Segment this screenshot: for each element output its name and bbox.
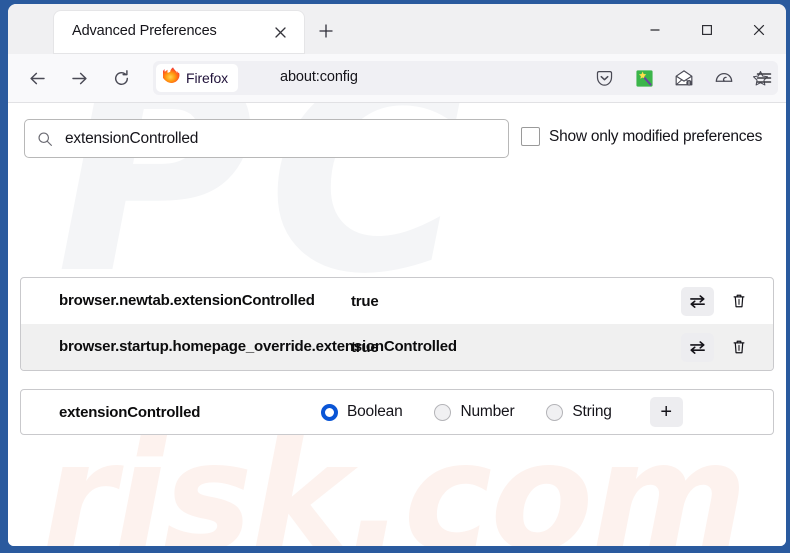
table-row[interactable]: browser.newtab.extensionControlled true <box>21 278 773 324</box>
row-actions <box>681 286 765 316</box>
window-close-button[interactable] <box>744 16 774 44</box>
preference-value: true <box>351 338 379 356</box>
toggle-value-button[interactable] <box>681 286 714 316</box>
pocket-icon[interactable] <box>589 63 619 93</box>
navigation-toolbar: Firefox about:config 0 <box>8 54 786 103</box>
identity-chip-label: Firefox <box>186 70 229 86</box>
radio-type-string[interactable]: String <box>546 403 612 421</box>
reload-icon[interactable] <box>106 63 136 93</box>
radio-indicator[interactable] <box>546 403 564 421</box>
new-tab-button[interactable] <box>313 18 339 44</box>
screenshot-frame: Advanced Preferences Firefox about:confi… <box>0 0 790 553</box>
add-preference-row: extensionControlled Boolean Number Strin… <box>20 389 774 435</box>
show-only-modified-checkbox[interactable]: Show only modified preferences <box>521 127 762 146</box>
window-maximize-button[interactable] <box>692 16 722 44</box>
tab-advanced-preferences[interactable]: Advanced Preferences <box>54 11 304 53</box>
back-icon[interactable] <box>22 63 52 93</box>
cloud-icon[interactable] <box>709 63 739 93</box>
radio-indicator[interactable] <box>321 403 338 421</box>
extension-wand-icon[interactable] <box>629 63 659 93</box>
app-menu-icon[interactable] <box>749 63 779 93</box>
window-minimize-button[interactable] <box>640 16 670 44</box>
preference-name: browser.startup.homepage_override.extens… <box>59 337 457 355</box>
radio-type-boolean[interactable]: Boolean <box>321 403 403 421</box>
tab-title: Advanced Preferences <box>72 23 217 39</box>
preference-list: browser.newtab.extensionControlled true <box>20 277 774 371</box>
search-icon <box>36 130 54 148</box>
radio-indicator[interactable] <box>434 403 452 421</box>
checkbox-box[interactable] <box>521 127 540 146</box>
firefox-logo-icon <box>161 67 180 89</box>
search-input[interactable]: extensionControlled <box>24 119 509 158</box>
row-actions <box>681 332 765 362</box>
page-content: PC risk.com extensionControlled Show onl… <box>8 103 786 546</box>
radio-label: String <box>572 403 612 420</box>
show-only-modified-label: Show only modified preferences <box>549 127 763 145</box>
tab-strip: Advanced Preferences <box>8 4 786 54</box>
radio-type-number[interactable]: Number <box>434 403 515 421</box>
delete-button[interactable] <box>724 333 753 362</box>
preference-name: browser.newtab.extensionControlled <box>59 291 315 309</box>
identity-chip[interactable]: Firefox <box>156 64 239 92</box>
add-preference-button[interactable]: + <box>649 397 683 427</box>
table-row[interactable]: browser.startup.homepage_override.extens… <box>21 324 773 370</box>
toggle-value-button[interactable] <box>681 332 714 362</box>
url-text: about:config <box>280 69 358 85</box>
browser-window: Advanced Preferences Firefox about:confi… <box>8 4 786 546</box>
search-row: extensionControlled Show only modified p… <box>20 119 774 159</box>
watermark-bottom: risk.com <box>42 411 748 546</box>
preference-value: true <box>351 292 379 310</box>
radio-label: Boolean <box>347 403 403 420</box>
forward-icon[interactable] <box>64 63 94 93</box>
mail-icon[interactable]: 0 <box>669 63 699 93</box>
delete-button[interactable] <box>724 287 753 316</box>
radio-label: Number <box>460 403 515 420</box>
tab-close-icon[interactable] <box>270 22 290 42</box>
search-input-value: extensionControlled <box>65 130 199 147</box>
new-preference-name: extensionControlled <box>59 403 201 421</box>
